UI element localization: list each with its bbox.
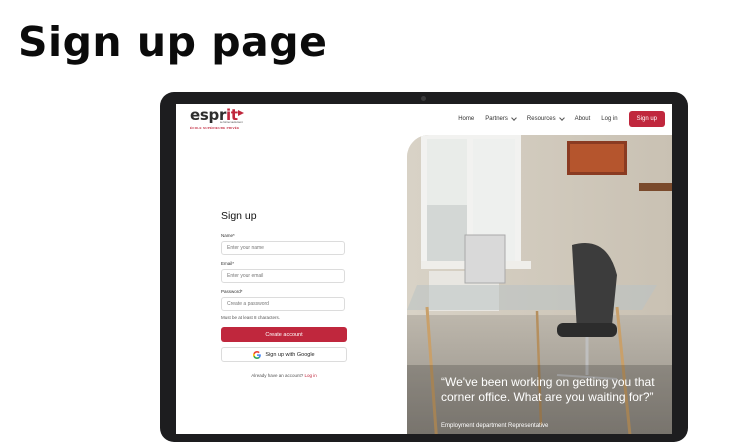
- nav-login[interactable]: Log in: [601, 116, 617, 122]
- top-navbar: esprit se former autrement ÉCOLE SUPÉRIE…: [176, 104, 672, 134]
- logo-subtitle: ÉCOLE SUPÉRIEURE PRIVÉE: [190, 126, 240, 130]
- name-label: Name*: [221, 233, 235, 238]
- esprit-logo[interactable]: esprit se former autrement ÉCOLE SUPÉRIE…: [190, 108, 250, 130]
- signup-form: Sign up Name* Enter your name Email* Ent…: [221, 210, 347, 378]
- create-account-button[interactable]: Create account: [221, 327, 347, 342]
- hero-quote: “We've been working on getting you that …: [441, 375, 655, 404]
- login-link[interactable]: Log in: [305, 373, 317, 378]
- laptop-screen: esprit se former autrement ÉCOLE SUPÉRIE…: [176, 104, 672, 434]
- chevron-down-icon: [511, 114, 517, 121]
- google-signup-button[interactable]: Sign up with Google: [221, 347, 347, 362]
- already-text: Already have an account?: [251, 373, 304, 378]
- google-icon: [253, 350, 262, 359]
- quote-author: Employment department Representative: [441, 423, 549, 429]
- laptop-frame: esprit se former autrement ÉCOLE SUPÉRIE…: [160, 92, 688, 442]
- logo-flag-icon: [238, 110, 244, 116]
- camera-dot: [421, 96, 426, 101]
- nav-links: Home Partners Resources About Log in Sig…: [458, 109, 665, 129]
- email-field[interactable]: Enter your email: [221, 269, 345, 283]
- nav-resources[interactable]: Resources: [527, 114, 565, 122]
- page-heading: Sign up page: [18, 18, 328, 66]
- form-title: Sign up: [221, 210, 257, 222]
- nav-partners[interactable]: Partners: [485, 114, 517, 122]
- login-prompt: Already have an account? Log in: [221, 373, 347, 378]
- nav-home[interactable]: Home: [458, 116, 474, 122]
- nav-about[interactable]: About: [575, 116, 591, 122]
- password-hint: Must be at least 8 characters.: [221, 315, 281, 320]
- chevron-down-icon: [558, 114, 565, 121]
- google-button-label: Sign up with Google: [265, 351, 315, 358]
- name-field[interactable]: Enter your name: [221, 241, 345, 255]
- nav-signup-button[interactable]: Sign up: [628, 111, 665, 127]
- email-label: Email*: [221, 261, 235, 266]
- password-field[interactable]: Create a password: [221, 297, 345, 311]
- office-photo: “We've been working on getting you that …: [407, 135, 672, 434]
- logo-tagline: se former autrement: [220, 121, 243, 124]
- password-label: Password*: [221, 289, 243, 294]
